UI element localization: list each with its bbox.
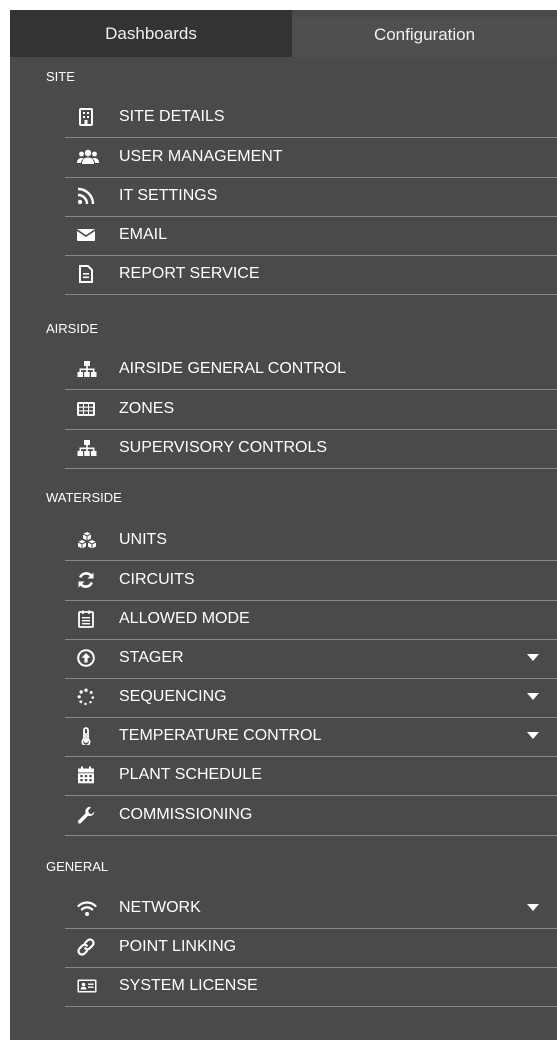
menu-item-airside-general-control[interactable]: AIRSIDE GENERAL CONTROL [65,350,557,390]
section-title-airside: AIRSIDE [46,321,99,336]
menu-item-units[interactable]: UNITS [65,521,557,561]
menu-item-point-linking[interactable]: POINT LINKING [65,928,557,968]
menu-item-plant-schedule[interactable]: PLANT SCHEDULE [65,756,557,796]
file-icon [77,265,95,283]
divider [65,294,557,295]
menu-item-label: POINT LINKING [119,938,237,955]
menu-item-label: UNITS [119,531,167,548]
menu-item-label: SEQUENCING [119,688,227,705]
caret-down-icon[interactable] [527,732,539,739]
menu-item-label: COMMISSIONING [119,806,253,823]
menu-item-circuits[interactable]: CIRCUITS [65,561,557,601]
caret-down-icon[interactable] [527,654,539,661]
menu-item-label: REPORT SERVICE [119,265,260,282]
cubes-icon [77,531,97,549]
menu-item-label: TEMPERATURE CONTROL [119,727,322,744]
divider [65,1006,557,1007]
arrow-circle-up-icon [77,649,95,667]
menu-item-label: ZONES [119,400,175,417]
menu-item-label: STAGER [119,649,184,666]
refresh-icon [77,571,95,589]
sitemap-icon [77,360,97,378]
menu-item-site-details[interactable]: SITE DETAILS [65,98,557,138]
link-icon [77,938,95,956]
grid-icon [77,400,95,418]
menu-item-label: USER MANAGEMENT [119,148,283,165]
building-icon [77,108,95,126]
section-title-waterside: WATERSIDE [46,490,122,505]
menu-item-label: SYSTEM LICENSE [119,977,258,994]
menu-item-email[interactable]: EMAIL [65,216,557,256]
users-icon [77,148,99,166]
menu-item-it-settings[interactable]: IT SETTINGS [65,177,557,217]
menu-item-label: SITE DETAILS [119,108,225,125]
menu-item-sequencing[interactable]: SEQUENCING [65,678,557,718]
caret-down-icon[interactable] [527,693,539,700]
caret-down-icon[interactable] [527,904,539,911]
menu-item-label: AIRSIDE GENERAL CONTROL [119,360,347,377]
menu-item-allowed-mode[interactable]: ALLOWED MODE [65,600,557,640]
id-card-icon [77,977,97,995]
calendar-icon [77,766,95,784]
menu-item-zones[interactable]: ZONES [65,390,557,430]
menu-item-label: NETWORK [119,899,201,916]
tab-configuration[interactable]: Configuration [292,17,557,57]
menu-item-label: CIRCUITS [119,571,195,588]
tab-bar: Dashboards Configuration [10,10,557,57]
menu-item-stager[interactable]: STAGER [65,639,557,679]
menu-item-label: ALLOWED MODE [119,610,250,627]
envelope-icon [77,226,95,244]
menu-item-label: PLANT SCHEDULE [119,766,262,783]
wifi-icon [77,899,97,917]
sitemap-icon [77,439,97,457]
calendar-list-icon [77,610,95,628]
menu-item-label: SUPERVISORY CONTROLS [119,439,328,456]
configuration-sidebar: Dashboards Configuration SITE SITE DETAIL… [10,10,557,1040]
menu-item-user-management[interactable]: USER MANAGEMENT [65,138,557,178]
divider [65,835,557,836]
menu-item-label: EMAIL [119,226,168,243]
menu-item-label: IT SETTINGS [119,187,218,204]
menu-item-temperature-control[interactable]: TEMPERATURE CONTROL [65,717,557,757]
menu-item-network[interactable]: NETWORK [65,889,557,929]
wrench-icon [77,806,95,824]
spinner-icon [77,688,95,706]
tab-dashboards[interactable]: Dashboards [10,10,292,57]
menu-item-report-service[interactable]: REPORT SERVICE [65,255,557,295]
menu-item-commissioning[interactable]: COMMISSIONING [65,796,557,836]
menu-item-system-license[interactable]: SYSTEM LICENSE [65,967,557,1007]
section-title-site: SITE [46,69,75,84]
rss-icon [77,187,95,205]
section-title-general: GENERAL [46,859,109,874]
thermometer-icon [77,727,95,745]
divider [65,468,557,469]
menu-item-supervisory-controls[interactable]: SUPERVISORY CONTROLS [65,429,557,469]
